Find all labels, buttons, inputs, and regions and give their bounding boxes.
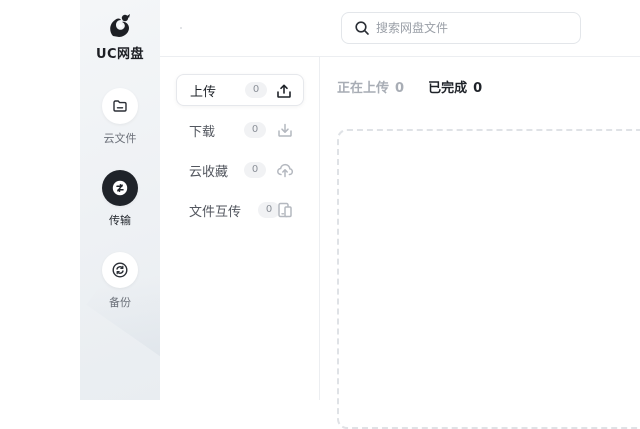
app-logo: UC网盘 (80, 12, 160, 62)
tab-count: 0 (473, 80, 483, 96)
count-badge: 0 (244, 162, 266, 178)
app-window: UC网盘 云文件 传输 备份 搜索网盘文件 上传 0 下载 0 云收藏 0 文件… (0, 0, 640, 429)
transfer-item-label: 下载 (189, 124, 216, 140)
transfer-item-file-exchange[interactable]: 文件互传 0 (176, 194, 304, 226)
transfer-item-upload[interactable]: 上传 0 (176, 74, 304, 106)
transfer-icon (112, 180, 128, 196)
tab-count: 0 (395, 80, 405, 96)
nav-circle-cloud-files (102, 88, 138, 124)
search-input[interactable] (376, 21, 556, 35)
transfer-item-label: 云收藏 (189, 164, 229, 180)
transfer-item-label: 上传 (190, 84, 217, 100)
transfer-item-download[interactable]: 下载 0 (176, 114, 304, 146)
nav-item-transfer[interactable]: 传输 (80, 170, 160, 228)
left-rail: UC网盘 云文件 传输 备份 (80, 0, 160, 400)
sync-icon (112, 262, 128, 278)
transfer-item-label: 文件互传 (189, 204, 242, 220)
search-icon (355, 21, 369, 35)
count-badge: 0 (244, 122, 266, 138)
tab-label: 正在上传 (337, 80, 390, 96)
device-transfer-icon (278, 202, 292, 218)
nav-label-cloud-files: 云文件 (103, 132, 137, 145)
nav-label-backup: 备份 (109, 296, 131, 309)
squirrel-logo-icon (105, 12, 135, 42)
cloud-upload-icon (277, 163, 294, 178)
folder-icon (113, 100, 127, 112)
count-badge: 0 (245, 82, 267, 98)
transfer-item-cloud-favorites[interactable]: 云收藏 0 (176, 154, 304, 186)
tab-uploading[interactable]: 正在上传 0 (337, 77, 404, 96)
nav-circle-backup (102, 252, 138, 288)
upload-drop-zone[interactable] (337, 129, 640, 429)
search-box[interactable] (341, 12, 581, 44)
download-icon (278, 123, 292, 137)
nav-circle-transfer (102, 170, 138, 206)
tab-completed[interactable]: 已完成 0 (428, 77, 482, 96)
transfer-list: 上传 0 下载 0 云收藏 0 文件互传 0 (160, 57, 320, 400)
upload-icon (277, 84, 291, 98)
nav-label-transfer: 传输 (109, 214, 131, 227)
status-tabs: 正在上传 0 已完成 0 (337, 77, 482, 96)
tab-label: 已完成 (428, 80, 468, 96)
app-logo-text: UC网盘 (95, 47, 145, 62)
nav-item-cloud-files[interactable]: 云文件 (80, 88, 160, 146)
nav-item-backup[interactable]: 备份 (80, 252, 160, 310)
window-dot (180, 27, 182, 29)
